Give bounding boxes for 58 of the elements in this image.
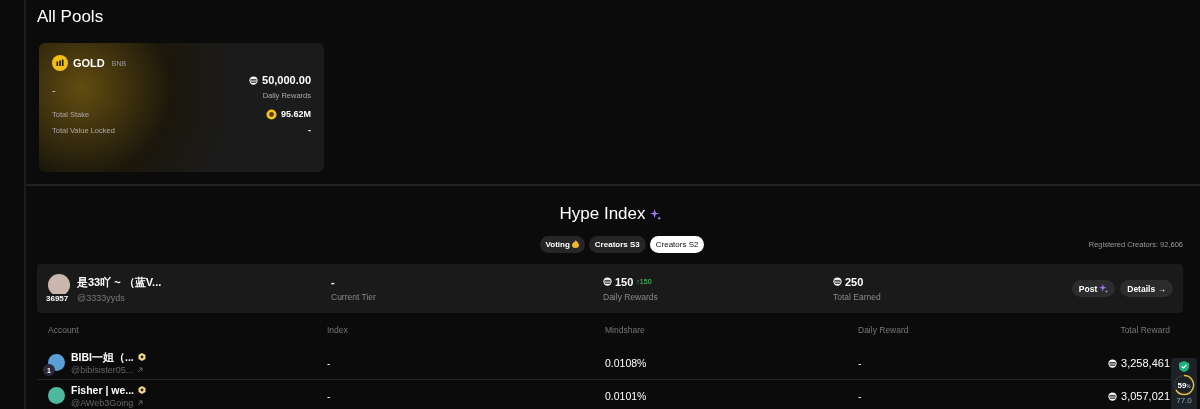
total-reward-value: 3,258,461 xyxy=(1121,357,1170,369)
account-name: BIBI一姐（... xyxy=(71,350,134,364)
coin-stack-icon xyxy=(1108,358,1118,368)
details-button[interactable]: Details → xyxy=(1120,280,1173,297)
total-reward-value: 3,057,021 xyxy=(1121,390,1170,402)
column-header: Daily Reward xyxy=(858,325,910,335)
column-header: Mindshare xyxy=(605,325,646,335)
gauge-ring-icon xyxy=(1173,374,1195,396)
table-cell-text: - xyxy=(327,357,332,369)
daily-rewards-value: 50,000.00 xyxy=(262,74,311,86)
post-button[interactable]: Post xyxy=(1071,280,1116,297)
verified-icon xyxy=(137,353,146,361)
flame-icon xyxy=(571,240,579,248)
rank-label: 36957 xyxy=(45,293,70,303)
coin-stack-icon xyxy=(249,75,259,85)
tier-label: Current Tier xyxy=(331,291,377,302)
bar-chart-logo-icon xyxy=(52,55,68,71)
account-name: Fisher | we... xyxy=(71,383,135,397)
pool-name: GOLD xyxy=(73,57,105,69)
avatar xyxy=(48,273,70,296)
stat-value: - xyxy=(308,125,311,135)
coin-icon xyxy=(265,108,277,120)
tab[interactable]: Voting xyxy=(539,235,585,253)
column-header: Total Reward xyxy=(1120,325,1170,335)
account-handle: @AWeb3Going xyxy=(71,397,134,409)
avatar xyxy=(48,387,65,404)
shield-check-icon xyxy=(1179,361,1189,372)
table-cell-text: - xyxy=(858,390,863,402)
total-earned-label: Total Earned xyxy=(833,291,882,302)
section-title: All Pools xyxy=(37,6,105,28)
daily-rewards-label: Daily Rewards xyxy=(603,291,659,302)
pool-value: - xyxy=(52,84,56,98)
verified-icon xyxy=(138,386,147,394)
coin-stack-icon xyxy=(603,277,612,286)
total-earned-value: 250 xyxy=(845,275,864,288)
table-cell-text: 0.0101% xyxy=(605,390,648,402)
external-link-icon[interactable] xyxy=(137,367,144,373)
coin-stack-icon xyxy=(1108,391,1118,401)
sparkle-icon xyxy=(1099,284,1109,293)
table-cell-text: - xyxy=(858,357,863,369)
coin-stack-icon xyxy=(833,277,842,286)
tab[interactable]: Creators S2 xyxy=(649,235,705,253)
table-cell-text: 0.0108% xyxy=(605,357,648,369)
table-cell-text: - xyxy=(327,390,332,402)
avatar xyxy=(48,354,65,371)
score-sub-value: 77.0 xyxy=(1176,396,1192,405)
section-title: Hype Index xyxy=(559,204,646,224)
tier-value: - xyxy=(331,275,336,288)
stat-value: 95.62M xyxy=(280,109,311,119)
external-link-icon[interactable] xyxy=(137,400,144,406)
column-header: Index xyxy=(327,325,349,335)
tab[interactable]: Creators S3 xyxy=(588,235,646,253)
daily-rewards-value: 150 xyxy=(615,275,634,288)
sparkle-icon xyxy=(649,208,661,220)
account-handle: @bibisister05... xyxy=(71,364,134,376)
creator-handle: @3333yyds xyxy=(77,292,126,303)
column-header: Account xyxy=(48,325,80,335)
creator-name: 是33吖 ~ （蓝V... xyxy=(77,274,162,290)
